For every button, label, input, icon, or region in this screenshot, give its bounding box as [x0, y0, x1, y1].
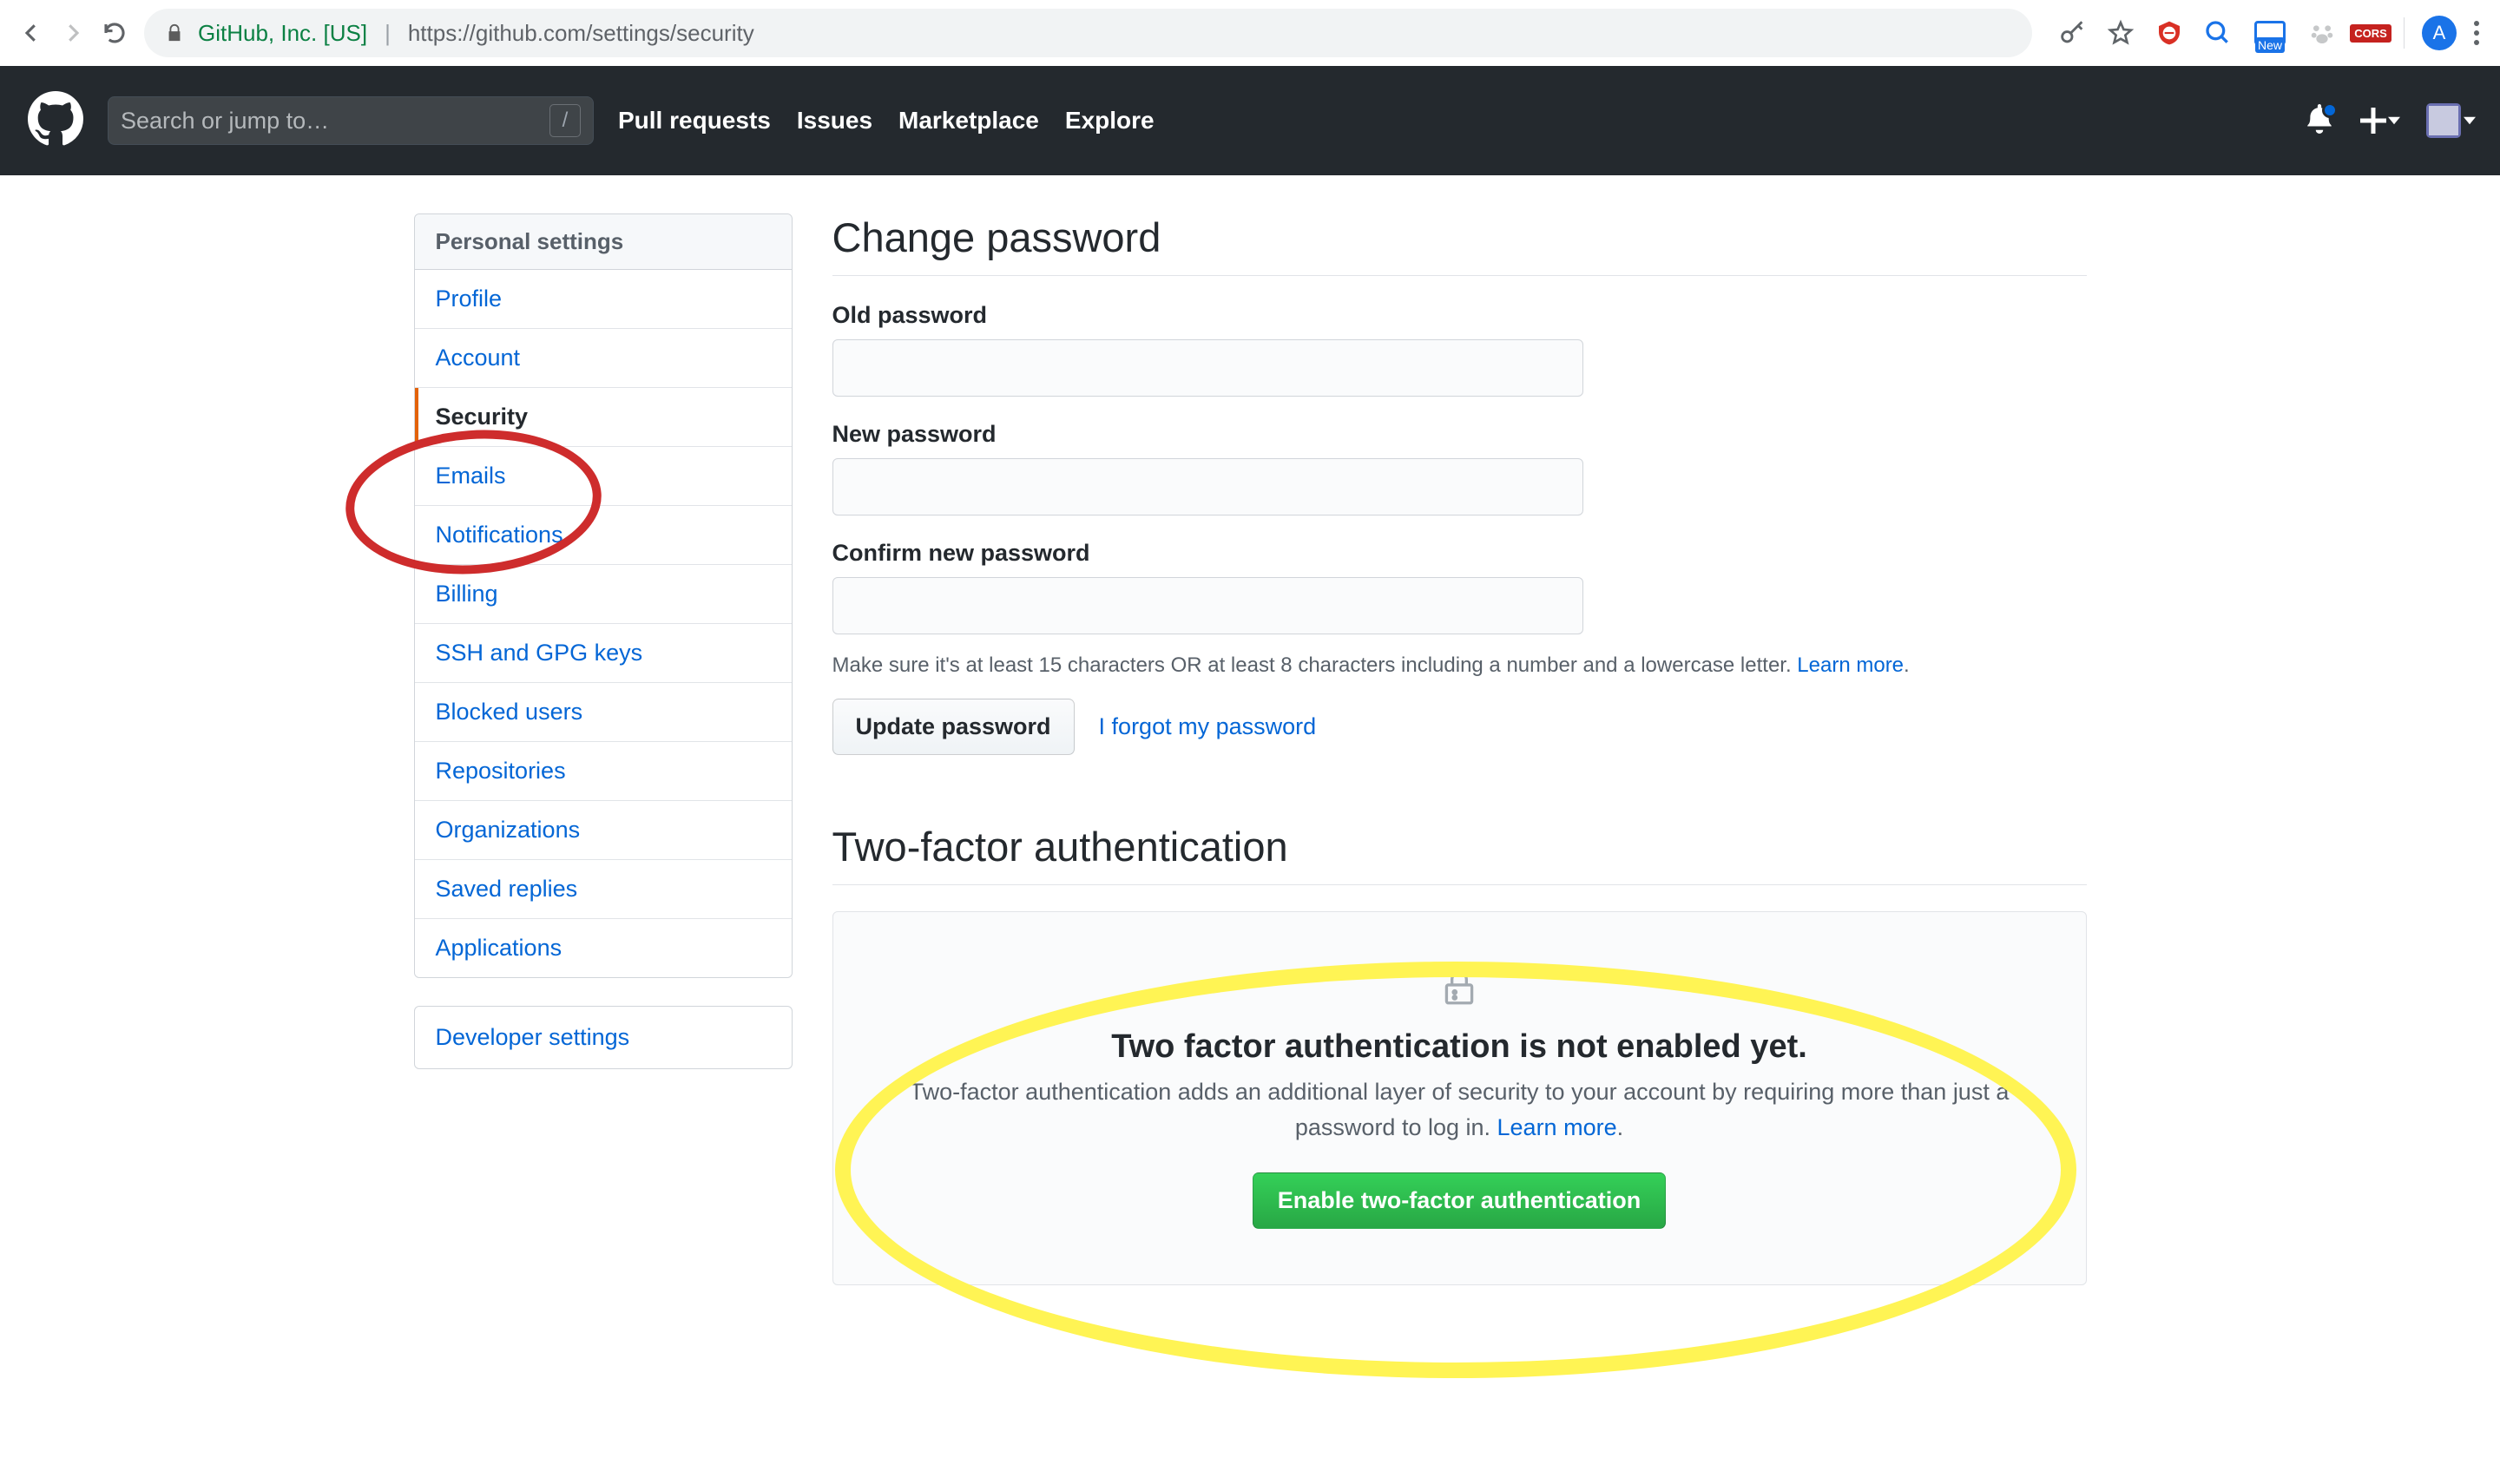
new-password-label: New password — [832, 421, 2087, 448]
lock-icon — [868, 965, 2051, 1013]
cors-extension-icon[interactable]: CORS — [2355, 17, 2386, 49]
notifications-icon[interactable] — [2305, 104, 2334, 138]
nav-pull-requests[interactable]: Pull requests — [618, 107, 771, 135]
lock-icon — [165, 23, 184, 43]
address-bar[interactable]: GitHub, Inc. [US] | https://github.com/s… — [144, 9, 2032, 57]
sidebar-item-organizations[interactable]: Organizations — [415, 801, 792, 860]
nav-explore[interactable]: Explore — [1065, 107, 1155, 135]
profile-avatar[interactable]: A — [2422, 16, 2457, 50]
developer-settings-link[interactable]: Developer settings — [414, 1006, 793, 1069]
sidebar-item-account[interactable]: Account — [415, 329, 792, 388]
user-menu-dropdown[interactable] — [2426, 103, 2476, 138]
browser-toolbar: GitHub, Inc. [US] | https://github.com/s… — [0, 0, 2500, 66]
github-logo-icon[interactable] — [28, 91, 83, 151]
new-extension-icon[interactable] — [2251, 14, 2289, 52]
learn-more-link[interactable]: Learn more — [1797, 653, 1904, 677]
sidebar-header: Personal settings — [415, 214, 792, 270]
hint-text: Make sure it's at least 15 characters OR… — [832, 653, 1798, 677]
old-password-label: Old password — [832, 302, 2087, 329]
star-icon[interactable] — [2105, 17, 2136, 49]
forward-button[interactable] — [56, 16, 90, 50]
enable-2fa-button[interactable]: Enable two-factor authentication — [1253, 1172, 1667, 1229]
page-content: Personal settings Profile Account Securi… — [0, 175, 2500, 1285]
sidebar-item-ssh-gpg[interactable]: SSH and GPG keys — [415, 624, 792, 683]
new-password-input[interactable] — [832, 458, 1583, 515]
url-text: https://github.com/settings/security — [408, 20, 754, 47]
main-content: Change password Old password New passwor… — [832, 213, 2087, 1285]
github-search-input[interactable]: Search or jump to… / — [108, 96, 594, 145]
separator: | — [381, 20, 394, 47]
personal-settings-menu: Personal settings Profile Account Securi… — [414, 213, 793, 978]
two-factor-blankslate: Two factor authentication is not enabled… — [832, 911, 2087, 1285]
notification-dot-icon — [2322, 102, 2338, 118]
forgot-password-link[interactable]: I forgot my password — [1099, 713, 1317, 740]
origin-label: GitHub, Inc. [US] — [198, 20, 367, 47]
two-factor-heading: Two-factor authentication — [832, 823, 2087, 885]
sidebar-item-security[interactable]: Security — [415, 388, 792, 447]
search-extension-icon[interactable] — [2202, 17, 2234, 49]
user-avatar-icon — [2426, 103, 2461, 138]
github-header: Search or jump to… / Pull requests Issue… — [0, 66, 2500, 175]
old-password-input[interactable] — [832, 339, 1583, 397]
hint-period: . — [1904, 653, 1910, 677]
reload-button[interactable] — [97, 16, 132, 50]
confirm-password-label: Confirm new password — [832, 540, 2087, 567]
sidebar-item-blocked-users[interactable]: Blocked users — [415, 683, 792, 742]
blankslate-heading: Two factor authentication is not enabled… — [868, 1028, 2051, 1066]
create-new-dropdown[interactable] — [2360, 108, 2400, 134]
slash-icon: / — [549, 104, 581, 137]
confirm-password-input[interactable] — [832, 577, 1583, 634]
ublock-icon[interactable] — [2154, 17, 2185, 49]
search-placeholder: Search or jump to… — [121, 108, 329, 135]
sidebar-item-saved-replies[interactable]: Saved replies — [415, 860, 792, 919]
password-actions: Update password I forgot my password — [832, 699, 2087, 755]
sidebar-item-applications[interactable]: Applications — [415, 919, 792, 977]
two-factor-section: Two-factor authentication Two factor aut… — [832, 823, 2087, 1285]
back-button[interactable] — [14, 16, 49, 50]
sidebar-item-emails[interactable]: Emails — [415, 447, 792, 506]
chrome-menu-button[interactable] — [2474, 21, 2479, 45]
update-password-button[interactable]: Update password — [832, 699, 1075, 755]
sidebar-item-profile[interactable]: Profile — [415, 270, 792, 329]
browser-right-icons: CORS A — [2049, 14, 2486, 52]
change-password-heading: Change password — [832, 213, 2087, 276]
sidebar-item-billing[interactable]: Billing — [415, 565, 792, 624]
nav-issues[interactable]: Issues — [797, 107, 872, 135]
password-hint: Make sure it's at least 15 characters OR… — [832, 653, 2087, 678]
github-header-right — [2305, 103, 2476, 138]
divider — [2404, 17, 2405, 49]
sidebar-item-notifications[interactable]: Notifications — [415, 506, 792, 565]
sidebar: Personal settings Profile Account Securi… — [414, 213, 793, 1285]
nav-marketplace[interactable]: Marketplace — [898, 107, 1039, 135]
sidebar-item-repositories[interactable]: Repositories — [415, 742, 792, 801]
paw-icon[interactable] — [2306, 17, 2338, 49]
key-icon[interactable] — [2056, 17, 2088, 49]
github-nav: Pull requests Issues Marketplace Explore — [618, 107, 1155, 135]
blankslate-body: Two-factor authentication adds an additi… — [868, 1074, 2051, 1145]
2fa-learn-more-link[interactable]: Learn more — [1497, 1114, 1617, 1140]
